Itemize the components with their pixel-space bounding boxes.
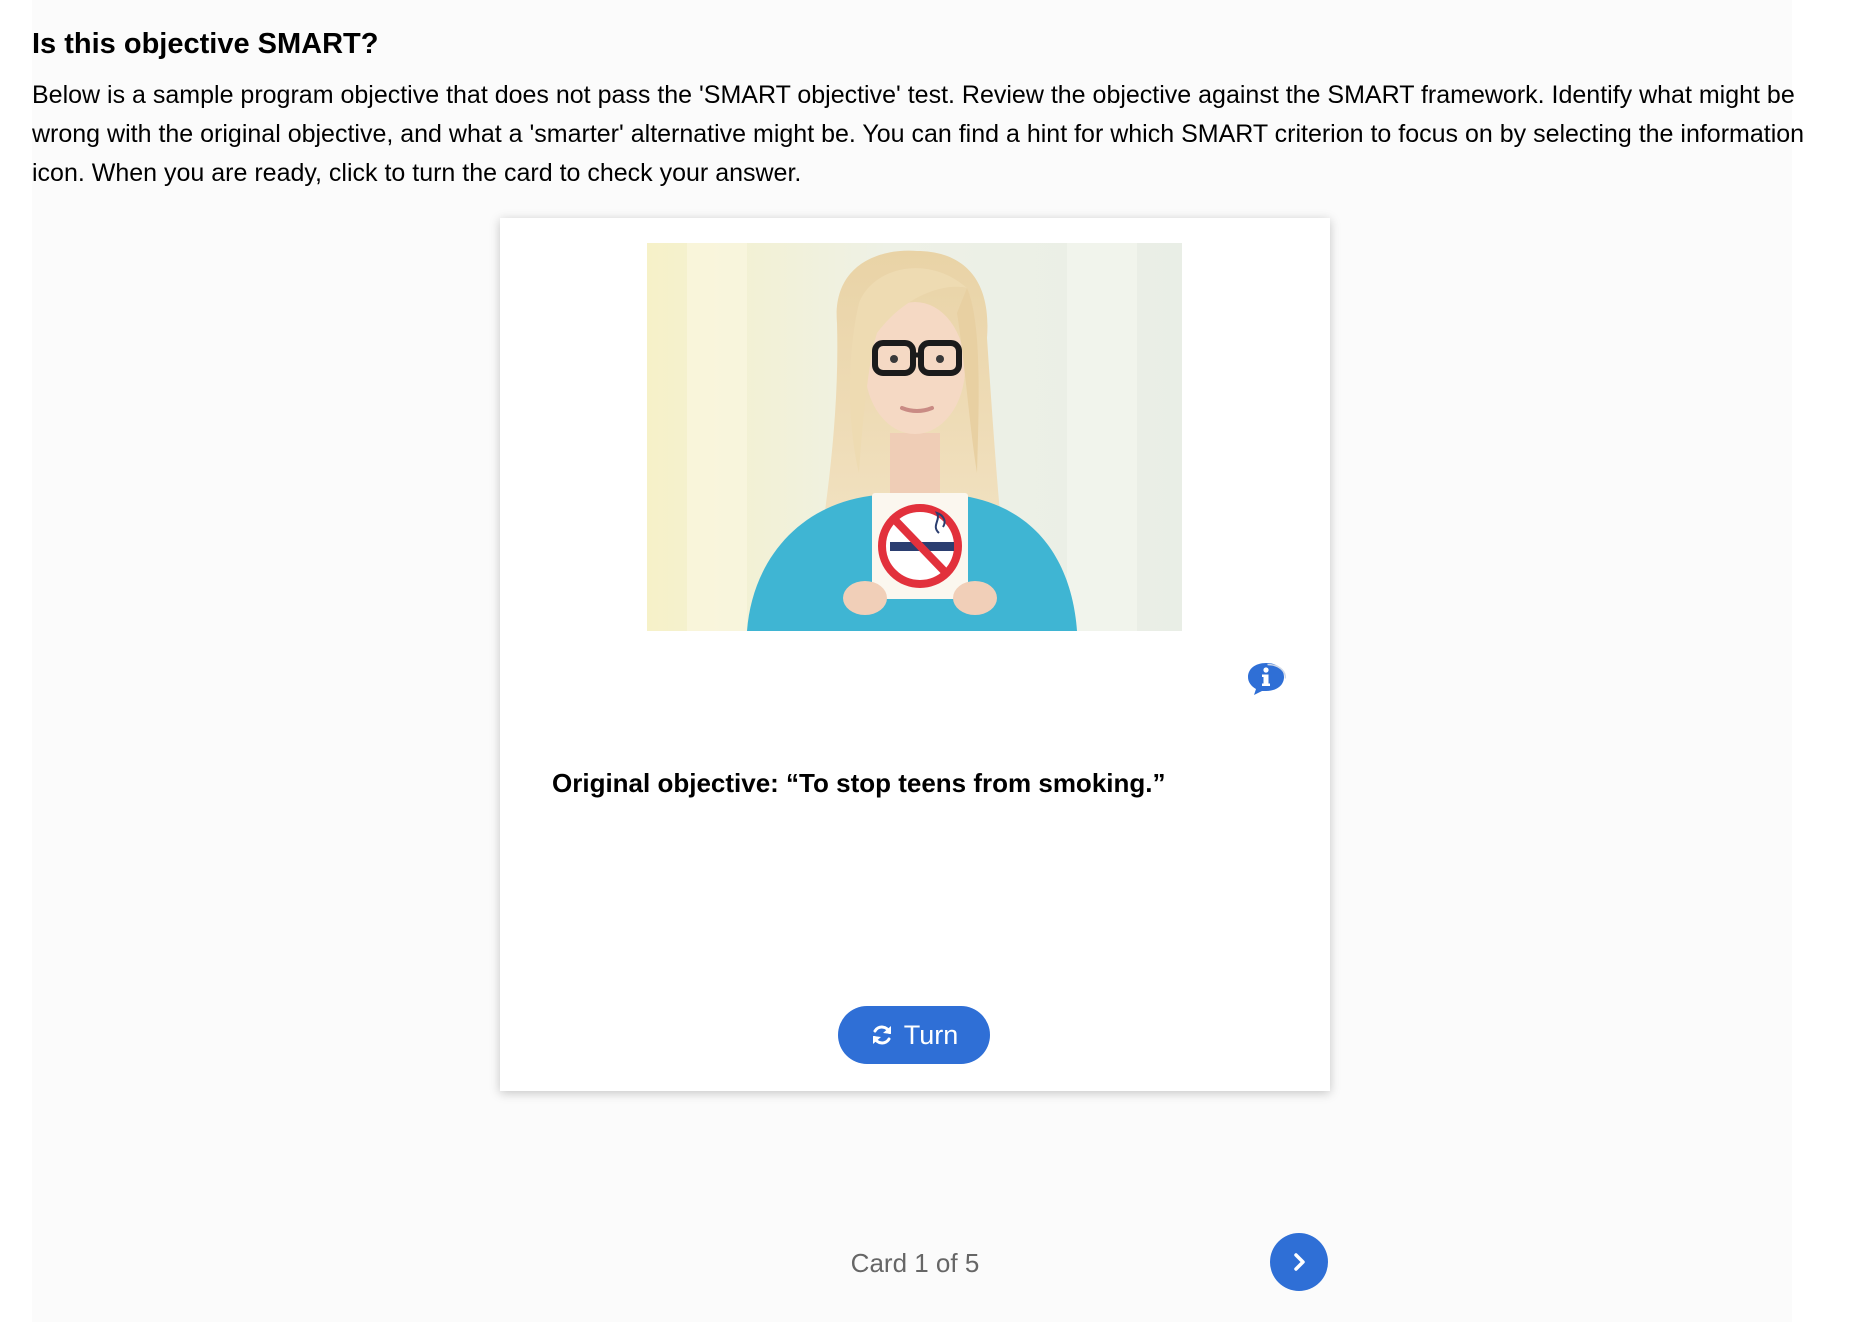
original-objective: Original objective: “To stop teens from … [552,768,1166,798]
turn-card-button[interactable]: Turn [838,1006,990,1064]
info-hint-button[interactable] [1246,660,1287,696]
turn-button-label: Turn [903,1019,959,1050]
flashcard[interactable]: Original objective: “To stop teens from … [500,218,1330,1091]
card-counter: Card 1 of 5 [850,1248,980,1278]
page: Is this objective SMART? Below is a samp… [0,0,1868,1322]
chevron-right-icon [1294,1253,1305,1271]
activity-instructions: Below is a sample program objective that… [32,81,1805,187]
next-card-button[interactable] [1270,1233,1328,1291]
card-photo [647,243,1182,631]
refresh-icon [872,1025,891,1045]
info-icon [1248,663,1287,695]
activity-title: Is this objective SMART? [32,28,379,60]
